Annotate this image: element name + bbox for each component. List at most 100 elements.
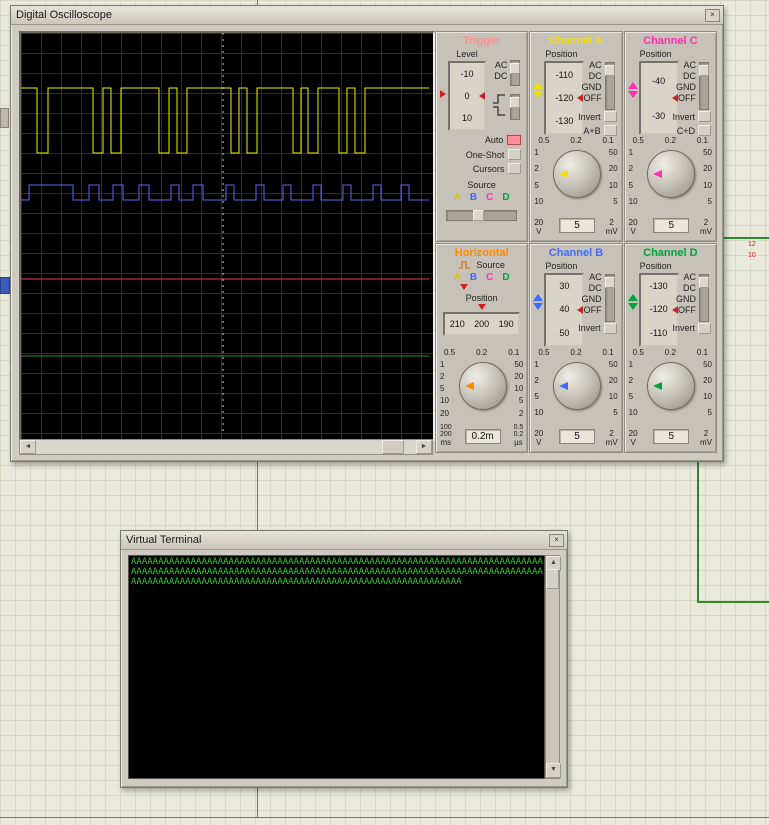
coupling-slider[interactable]: [699, 273, 709, 322]
invert-button[interactable]: [698, 111, 711, 122]
invert-label: Invert: [672, 111, 695, 122]
knob-scale-label: 50: [703, 148, 712, 157]
position-dial[interactable]: -110 -120 -130: [544, 61, 585, 135]
gain-knob[interactable]: [647, 150, 696, 198]
position-arrows[interactable]: [627, 82, 638, 98]
knob-scale-label: 5: [534, 392, 539, 402]
close-icon[interactable]: ×: [549, 533, 564, 547]
edge-select-icons: [492, 94, 506, 116]
trigger-coupling-slider[interactable]: [510, 60, 521, 86]
source-channel-letter: B: [469, 271, 478, 283]
knob-scale-label: 20: [608, 164, 618, 174]
wire-horizontal[interactable]: [697, 601, 769, 603]
position-arrows[interactable]: [533, 293, 544, 310]
knob-scale-label: 50: [703, 359, 712, 369]
trigger-level-dial[interactable]: -10 0 10: [448, 61, 486, 131]
source-channel-letter: B: [469, 192, 478, 203]
slider-thumb[interactable]: [699, 276, 709, 288]
unit-label: mV: [700, 226, 712, 236]
knob-scale-label: 0.5: [538, 136, 550, 145]
channel-title: Channel A: [548, 35, 603, 47]
terminal-scrollbar[interactable]: ▲ ▼: [545, 555, 561, 779]
source-channel-letters: ABCD: [436, 272, 527, 283]
level-marker-icon: [440, 90, 446, 98]
arrow-down-icon: [627, 91, 638, 98]
knob-scale-label: 5: [534, 180, 539, 190]
combine-button[interactable]: [698, 125, 711, 136]
close-icon[interactable]: ×: [705, 8, 720, 22]
position-arrows[interactable]: [533, 82, 544, 98]
knob-scale-label: 5: [628, 180, 634, 190]
position-tick: -110: [649, 327, 668, 338]
timebase-value: 0.2m: [464, 429, 501, 444]
combine-button[interactable]: [603, 125, 617, 136]
gain-knob[interactable]: [552, 150, 601, 198]
falling-edge-icon: [493, 106, 505, 116]
arrow-up-icon: [627, 293, 638, 301]
position-drum[interactable]: 210 200 190: [443, 311, 521, 336]
slider-thumb[interactable]: [604, 65, 615, 76]
terminal-line: AAAAAAAAAAAAAAAAAAAAAAAAAAAAAAAAAAAAAAAA…: [131, 577, 462, 587]
coupling-label: GND: [676, 82, 696, 92]
window-title: Virtual Terminal: [126, 534, 202, 546]
source-label: Source: [476, 259, 505, 270]
knob-scale-label: 50: [608, 148, 618, 157]
timebase-knob[interactable]: [458, 361, 507, 410]
slider-thumb[interactable]: [604, 276, 615, 288]
coupling-label: GND: [676, 293, 696, 304]
invert-button[interactable]: [603, 322, 617, 334]
channel-c-panel: Channel C Position -40 -30 AC DC GND OFF Inv…: [623, 31, 717, 242]
knob-scale-label: 2: [440, 371, 445, 381]
slider-thumb[interactable]: [510, 63, 521, 74]
coupling-slider[interactable]: [604, 62, 615, 110]
coupling-slider[interactable]: [699, 62, 709, 110]
source-channel-letters: ABCD: [436, 192, 527, 203]
knob-scale-label: 10: [703, 180, 712, 190]
coupling-label: OFF: [678, 304, 696, 315]
gain-knob[interactable]: [647, 361, 696, 410]
invert-button[interactable]: [603, 111, 617, 122]
source-marker-icon: [460, 283, 468, 290]
position-dial[interactable]: -130 -120 -110: [638, 272, 679, 347]
wire-vertical[interactable]: [697, 461, 699, 603]
scroll-right-button[interactable]: ►: [416, 440, 432, 454]
scroll-left-button[interactable]: ◄: [20, 440, 36, 454]
knob-scale-label: 20: [514, 371, 524, 381]
slider-thumb[interactable]: [510, 97, 521, 108]
coupling-slider[interactable]: [604, 273, 615, 322]
position-dial[interactable]: 30 40 50: [544, 272, 585, 347]
invert-button[interactable]: [698, 322, 711, 334]
level-tick: 0: [464, 91, 470, 101]
screen-scrollbar[interactable]: ◄ ►: [19, 439, 433, 455]
coupling-label: OFF: [583, 304, 602, 315]
terminal-titlebar[interactable]: Virtual Terminal ×: [121, 531, 567, 550]
knob-scale-label: 0.1: [508, 347, 520, 357]
knob-scale-label: 0.2: [513, 431, 524, 438]
source-channel-letter: C: [486, 192, 494, 203]
oscilloscope-titlebar[interactable]: Digital Oscilloscope ×: [11, 6, 723, 25]
terminal-line: AAAAAAAAAAAAAAAAAAAAAAAAAAAAAAAAAAAAAAAA…: [131, 567, 543, 577]
one-shot-button[interactable]: [508, 149, 522, 160]
position-arrows[interactable]: [627, 293, 638, 310]
scrollbar-thumb[interactable]: [546, 569, 559, 589]
gain-knob[interactable]: [552, 361, 601, 410]
trigger-coupling-labels: AC DC: [494, 60, 507, 82]
trigger-source-slider[interactable]: [446, 210, 518, 221]
knob-scale-label: 0.5: [444, 347, 456, 357]
wire-horizontal-top[interactable]: [722, 237, 769, 239]
cursors-button[interactable]: [508, 163, 522, 174]
knob-scale-label: 1: [440, 359, 445, 369]
trigger-edge-slider[interactable]: [510, 94, 521, 120]
slider-thumb[interactable]: [699, 65, 709, 76]
scrollbar-thumb[interactable]: [382, 440, 404, 454]
position-dial[interactable]: -40 -30: [638, 61, 679, 135]
unit-label: V: [630, 438, 636, 447]
slider-thumb[interactable]: [473, 210, 484, 221]
scroll-down-button[interactable]: ▼: [546, 763, 561, 778]
scrollbar-track[interactable]: [36, 440, 416, 454]
knob-scale-label: 2: [518, 408, 524, 418]
knob-scale-label: 10: [703, 392, 712, 402]
waveform-icon: [459, 261, 471, 269]
trigger-panel: Trigger Level -10 0 10 AC DC Auto One-Sh…: [435, 31, 529, 242]
horizontal-title: Horizontal: [454, 246, 509, 259]
